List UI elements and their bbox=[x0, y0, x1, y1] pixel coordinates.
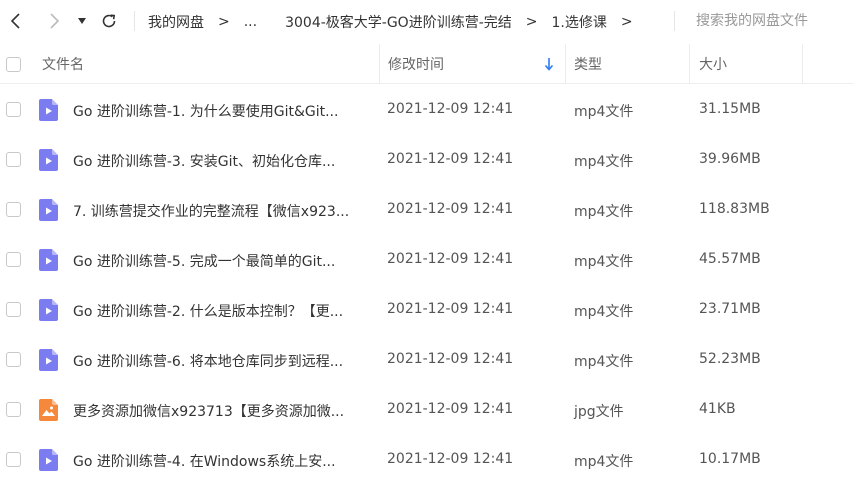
chevron-right-icon bbox=[50, 13, 60, 29]
column-name-label: 文件名 bbox=[42, 57, 84, 73]
file-size: 10.17MB bbox=[699, 451, 761, 467]
file-row[interactable]: 更多资源加微信x923713【更多资源加微... 2021-12-09 12:41… bbox=[0, 385, 854, 435]
file-type: jpg文件 bbox=[574, 404, 624, 420]
file-size: 45.57MB bbox=[699, 251, 761, 267]
video-file-icon bbox=[39, 449, 58, 471]
file-modified-date: 2021-12-09 12:41 bbox=[387, 301, 514, 317]
row-checkbox[interactable] bbox=[6, 402, 21, 417]
file-row[interactable]: Go 进阶训练营-4. 在Windows系统上安... 2021-12-09 12… bbox=[0, 435, 854, 483]
breadcrumb: 我的网盘 > ... 3004-极客大学-GO进阶训练营-完结 > 1.选修课 … bbox=[148, 0, 647, 43]
file-modified-date: 2021-12-09 12:41 bbox=[387, 401, 514, 417]
refresh-button[interactable] bbox=[96, 8, 122, 34]
file-name[interactable]: Go 进阶训练营-2. 什么是版本控制？【更... bbox=[73, 301, 373, 321]
history-dropdown-button[interactable] bbox=[72, 8, 92, 34]
file-name[interactable]: Go 进阶训练营-3. 安装Git、初始化仓库... bbox=[73, 151, 373, 171]
navigation-bar: 我的网盘 > ... 3004-极客大学-GO进阶训练营-完结 > 1.选修课 … bbox=[0, 0, 854, 43]
toolbar-divider bbox=[134, 11, 135, 31]
file-name[interactable]: 更多资源加微信x923713【更多资源加微... bbox=[73, 401, 373, 421]
row-checkbox[interactable] bbox=[6, 252, 21, 267]
file-type: mp4文件 bbox=[574, 104, 634, 120]
forward-button[interactable] bbox=[40, 8, 68, 34]
breadcrumb-root[interactable]: 我的网盘 bbox=[148, 12, 204, 32]
file-type: mp4文件 bbox=[574, 254, 634, 270]
file-size: 39.96MB bbox=[699, 151, 761, 167]
file-name[interactable]: Go 进阶训练营-4. 在Windows系统上安... bbox=[73, 451, 373, 471]
image-file-icon bbox=[39, 399, 58, 421]
file-name[interactable]: Go 进阶训练营-1. 为什么要使用Git&Git... bbox=[73, 101, 373, 121]
file-size: 52.23MB bbox=[699, 351, 761, 367]
file-name[interactable]: Go 进阶训练营-6. 将本地仓库同步到远程... bbox=[73, 351, 373, 371]
file-modified-date: 2021-12-09 12:41 bbox=[387, 101, 514, 117]
column-size[interactable]: 大小 bbox=[690, 44, 803, 84]
file-modified-date: 2021-12-09 12:41 bbox=[387, 151, 514, 167]
row-checkbox[interactable] bbox=[6, 452, 21, 467]
file-modified-date: 2021-12-09 12:41 bbox=[387, 451, 514, 467]
search-input[interactable] bbox=[696, 10, 846, 32]
file-modified-date: 2021-12-09 12:41 bbox=[387, 251, 514, 267]
file-name[interactable]: 7. 训练营提交作业的完整流程【微信x923... bbox=[73, 201, 373, 221]
column-size-label: 大小 bbox=[699, 57, 727, 73]
file-size: 118.83MB bbox=[699, 201, 770, 217]
breadcrumb-separator: > bbox=[525, 13, 538, 30]
file-size: 41KB bbox=[699, 401, 736, 417]
file-row[interactable]: Go 进阶训练营-1. 为什么要使用Git&Git... 2021-12-09 1… bbox=[0, 85, 854, 135]
file-type: mp4文件 bbox=[574, 154, 634, 170]
file-modified-date: 2021-12-09 12:41 bbox=[387, 201, 514, 217]
file-row[interactable]: Go 进阶训练营-5. 完成一个最简单的Git... 2021-12-09 12:… bbox=[0, 235, 854, 285]
column-type-label: 类型 bbox=[574, 57, 602, 73]
caret-down-icon bbox=[78, 18, 86, 24]
back-button[interactable] bbox=[2, 8, 30, 34]
column-modified[interactable]: 修改时间 bbox=[380, 44, 566, 84]
video-file-icon bbox=[39, 349, 58, 371]
file-size: 23.71MB bbox=[699, 301, 761, 317]
row-checkbox[interactable] bbox=[6, 152, 21, 167]
file-row[interactable]: Go 进阶训练营-2. 什么是版本控制？【更... 2021-12-09 12:4… bbox=[0, 285, 854, 335]
file-row[interactable]: Go 进阶训练营-6. 将本地仓库同步到远程... 2021-12-09 12:4… bbox=[0, 335, 854, 385]
file-type: mp4文件 bbox=[574, 354, 634, 370]
sort-descending-icon bbox=[544, 58, 554, 71]
file-modified-date: 2021-12-09 12:41 bbox=[387, 351, 514, 367]
row-checkbox[interactable] bbox=[6, 202, 21, 217]
row-checkbox[interactable] bbox=[6, 102, 21, 117]
file-list-header: 文件名 修改时间 类型 大小 bbox=[0, 44, 854, 84]
video-file-icon bbox=[39, 99, 58, 121]
file-type: mp4文件 bbox=[574, 304, 634, 320]
row-checkbox[interactable] bbox=[6, 302, 21, 317]
file-name[interactable]: Go 进阶训练营-5. 完成一个最简单的Git... bbox=[73, 251, 373, 271]
breadcrumb-separator: > bbox=[620, 13, 633, 30]
file-size: 31.15MB bbox=[699, 101, 761, 117]
chevron-left-icon bbox=[10, 13, 20, 29]
file-row[interactable]: Go 进阶训练营-3. 安装Git、初始化仓库... 2021-12-09 12:… bbox=[0, 135, 854, 185]
video-file-icon bbox=[39, 149, 58, 171]
select-all-checkbox[interactable] bbox=[6, 57, 21, 72]
breadcrumb-ellipsis[interactable]: ... bbox=[244, 14, 257, 30]
breadcrumb-folder-course[interactable]: 3004-极客大学-GO进阶训练营-完结 bbox=[285, 12, 512, 32]
refresh-icon bbox=[102, 14, 116, 28]
breadcrumb-separator: > bbox=[218, 13, 230, 30]
breadcrumb-folder-current[interactable]: 1.选修课 bbox=[551, 12, 606, 32]
search-divider bbox=[674, 11, 675, 31]
row-checkbox[interactable] bbox=[6, 352, 21, 367]
file-type: mp4文件 bbox=[574, 204, 634, 220]
column-name[interactable]: 文件名 bbox=[28, 44, 380, 84]
file-type: mp4文件 bbox=[574, 454, 634, 470]
file-row[interactable]: 7. 训练营提交作业的完整流程【微信x923... 2021-12-09 12:4… bbox=[0, 185, 854, 235]
video-file-icon bbox=[39, 249, 58, 271]
video-file-icon bbox=[39, 299, 58, 321]
column-modified-label: 修改时间 bbox=[388, 57, 444, 73]
video-file-icon bbox=[39, 199, 58, 221]
column-type[interactable]: 类型 bbox=[566, 44, 690, 84]
